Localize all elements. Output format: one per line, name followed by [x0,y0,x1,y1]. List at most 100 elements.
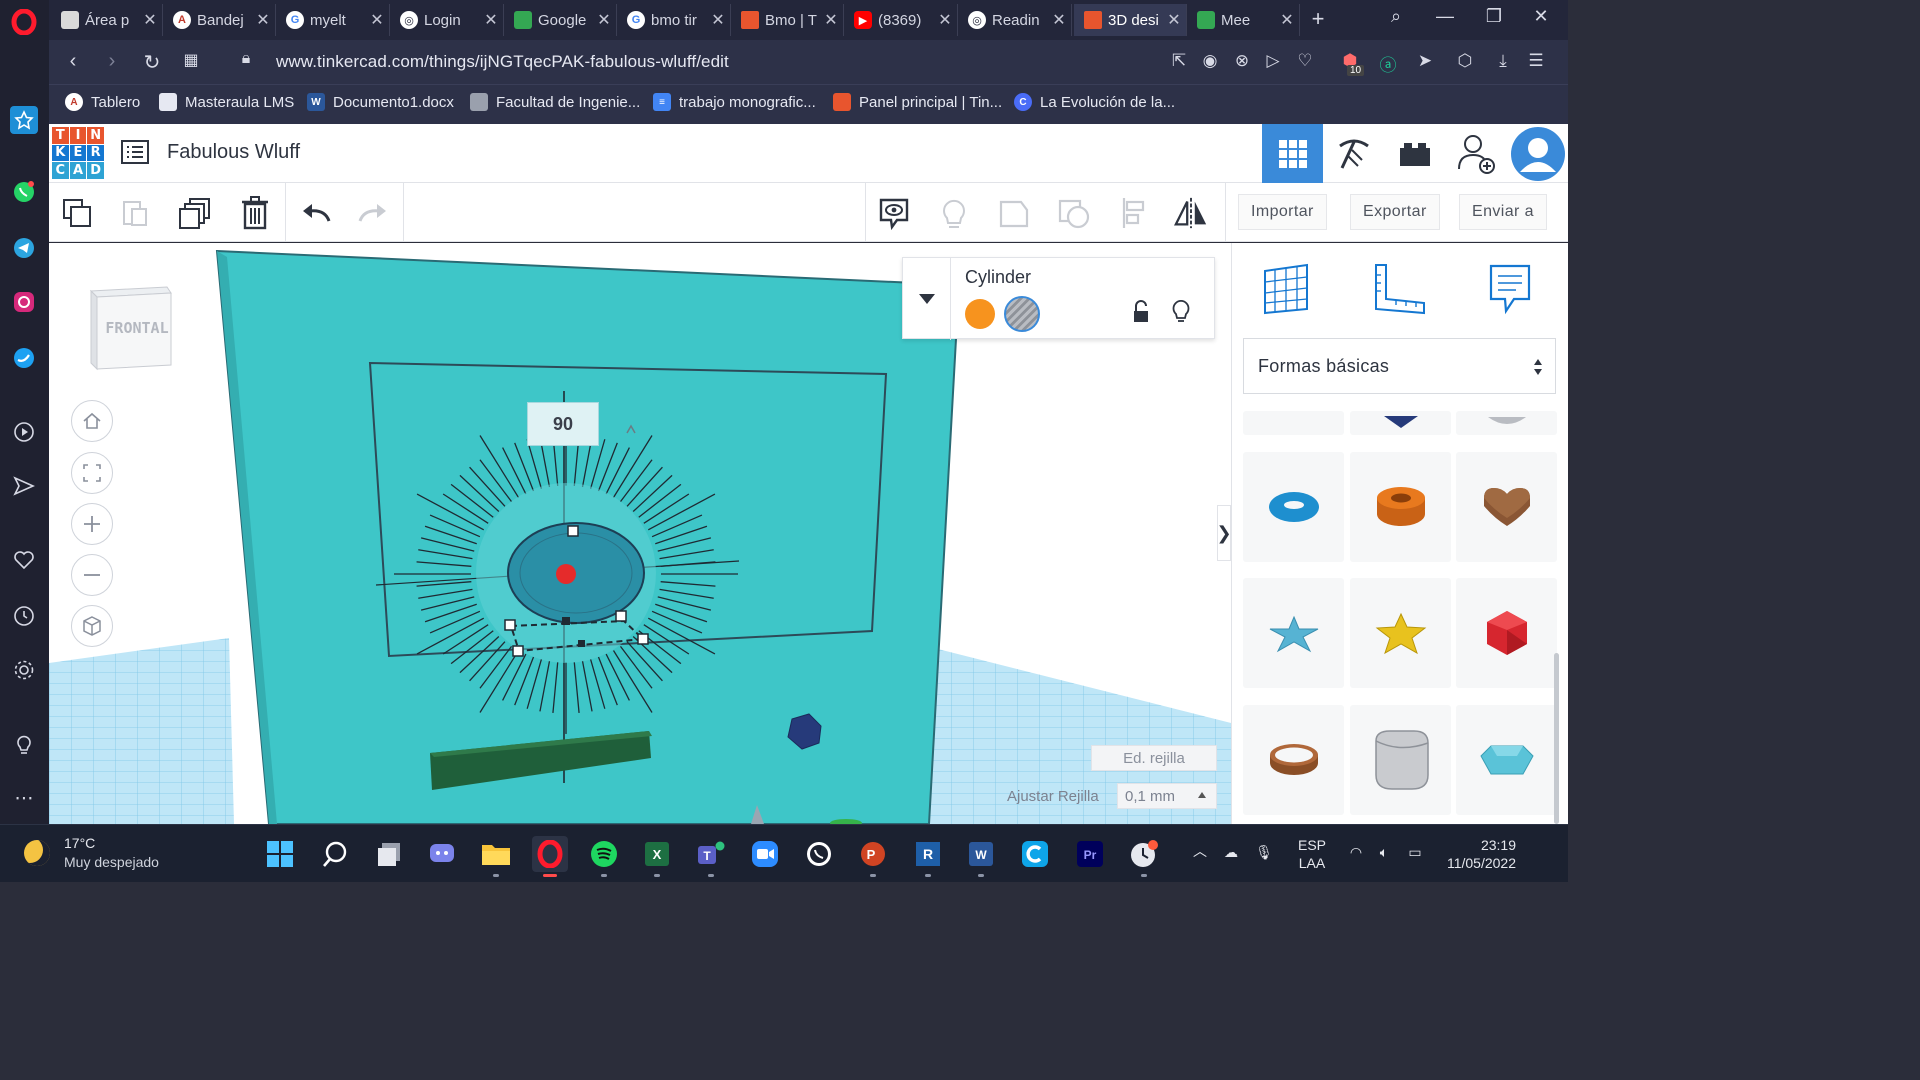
show-hidden-icons[interactable]: ︿ [1190,842,1210,860]
shape-tile-torus[interactable] [1243,452,1344,562]
search-button[interactable] [317,836,353,872]
ungroup-button[interactable] [1056,195,1092,231]
zoom-in-button[interactable] [71,503,113,545]
search-tabs-icon[interactable]: ⌕ [1381,6,1411,27]
opera-app-button[interactable] [532,836,568,877]
shape-tile-partial[interactable] [1350,411,1451,435]
flow-icon[interactable]: ▷ [1261,51,1285,71]
shape-tile-ring[interactable] [1243,705,1344,815]
close-window-button[interactable]: ✕ [1526,6,1556,27]
delete-button[interactable] [237,195,273,231]
hole-button[interactable] [1004,296,1040,332]
clock[interactable]: 23:19 11/05/2022 [1440,836,1516,872]
bookmark-4[interactable]: ≡ trabajo monografic... [653,93,816,111]
mirror-button[interactable] [1173,195,1209,231]
favorite-icon[interactable]: ♡ [1293,51,1317,71]
close-icon[interactable]: ✕ [1047,10,1071,30]
tab-9[interactable]: 3D desi ✕ [1074,4,1187,36]
import-button[interactable]: Importar [1238,194,1327,230]
excel-button[interactable]: X [639,836,675,877]
instagram-icon[interactable] [10,288,38,316]
close-icon[interactable]: ✕ [933,10,957,30]
close-icon[interactable]: ✕ [138,10,162,30]
premiere-button[interactable]: Pr [1072,836,1108,872]
close-icon[interactable]: ✕ [706,10,730,30]
edit-grid-button[interactable]: Ed. rejilla [1091,745,1217,771]
solid-color-button[interactable] [965,299,995,329]
paste-button[interactable] [117,195,153,231]
close-icon[interactable]: ✕ [592,10,616,30]
start-button[interactable] [262,836,298,872]
design-title[interactable]: Fabulous Wluff [167,141,300,164]
shape-tile-partial[interactable] [1456,411,1557,435]
zoom-out-button[interactable] [71,554,113,596]
copy-button[interactable] [59,195,95,231]
bookmark-3[interactable]: Facultad de Ingenie... [470,93,640,111]
tab-5[interactable]: Gbmo tir ✕ [617,4,731,36]
close-icon[interactable]: ✕ [365,10,389,30]
group-button[interactable] [996,195,1032,231]
close-icon[interactable]: ✕ [1275,10,1299,30]
shapes-library-select[interactable]: Formas básicas [1243,338,1556,394]
close-icon[interactable]: ✕ [1162,10,1186,30]
chat-button[interactable] [424,836,460,872]
shape-tile-star-flat[interactable] [1243,578,1344,688]
opera-logo-icon[interactable] [10,8,38,36]
url-field[interactable]: www.tinkercad.com/things/ijNGTqecPAK-fab… [276,52,729,72]
history-icon[interactable] [10,602,38,630]
close-icon[interactable]: ✕ [479,10,503,30]
bookmark-2[interactable]: W Documento1.docx [307,93,454,111]
battery-icon[interactable]: ▭ [1403,843,1427,861]
tab-6[interactable]: Bmo | T ✕ [731,4,844,36]
tab-10[interactable]: Mee ✕ [1187,4,1300,36]
shape-tile-round-roof[interactable] [1350,705,1451,815]
handle-mid[interactable] [578,640,585,647]
tab-2[interactable]: Gmyelt ✕ [276,4,390,36]
snap-grid-select[interactable]: 0,1 mm [1117,783,1217,809]
align-button[interactable] [1116,195,1152,231]
notes-view-button[interactable] [876,195,912,231]
camera-icon[interactable]: ◉ [1198,51,1222,71]
tab-3[interactable]: ◎ Login ✕ [390,4,504,36]
cortana-c-button[interactable] [1017,836,1053,872]
whatsapp-icon[interactable] [10,178,38,206]
easy-setup-icon[interactable]: ☰ [1524,51,1548,71]
adblock-icon[interactable]: ⊗ [1230,51,1254,71]
clock-app-button[interactable] [1126,836,1162,877]
perspective-button[interactable] [71,605,113,647]
send-to-button[interactable]: Enviar a [1459,194,1547,230]
twitter-icon[interactable] [10,344,38,372]
extension-a-icon[interactable]: ⓐ [1376,51,1400,76]
volume-icon[interactable]: 🔈︎ [1373,843,1395,861]
whatsapp-app-button[interactable] [801,836,837,872]
file-explorer-button[interactable] [478,836,514,877]
rotation-angle-input[interactable]: 90 [527,402,599,446]
tab-1[interactable]: A Bandej ✕ [163,4,276,36]
tips-icon[interactable] [10,730,38,758]
tab-8[interactable]: ◎ Readin ✕ [958,4,1072,36]
cylinder-shape[interactable] [507,522,645,624]
send-icon[interactable] [10,472,38,500]
add-user-button[interactable] [1445,124,1506,183]
wifi-icon[interactable]: ◠ [1345,843,1367,861]
undo-button[interactable] [298,195,334,231]
tab-7[interactable]: ▶ (8369) ✕ [844,4,958,36]
blocks-button[interactable] [1323,124,1384,183]
handle-mid[interactable] [562,617,570,625]
share-icon[interactable]: ⇱ [1167,51,1191,71]
language-indicator[interactable]: ESP LAA [1292,836,1332,872]
weather-widget[interactable]: 17°C Muy despejado [24,835,159,870]
bookmark-6[interactable]: C La Evolución de la... [1014,93,1175,111]
shape-tile-tube[interactable] [1350,452,1451,562]
telegram-icon[interactable] [10,234,38,262]
tab-grid-icon[interactable]: ▦ [177,50,205,70]
lock-icon[interactable] [1131,300,1151,324]
shape-tile-gem[interactable] [1456,705,1557,815]
notes-tool-button[interactable] [1480,259,1540,319]
shape-tile-icosahedron[interactable] [1456,578,1557,688]
rotation-center-dot[interactable] [556,564,576,584]
shape-tile-partial[interactable] [1243,411,1344,435]
export-button[interactable]: Exportar [1350,194,1440,230]
tab-0[interactable]: Área p ✕ [51,4,163,36]
cursor-icon[interactable]: ➤ [1413,51,1437,71]
